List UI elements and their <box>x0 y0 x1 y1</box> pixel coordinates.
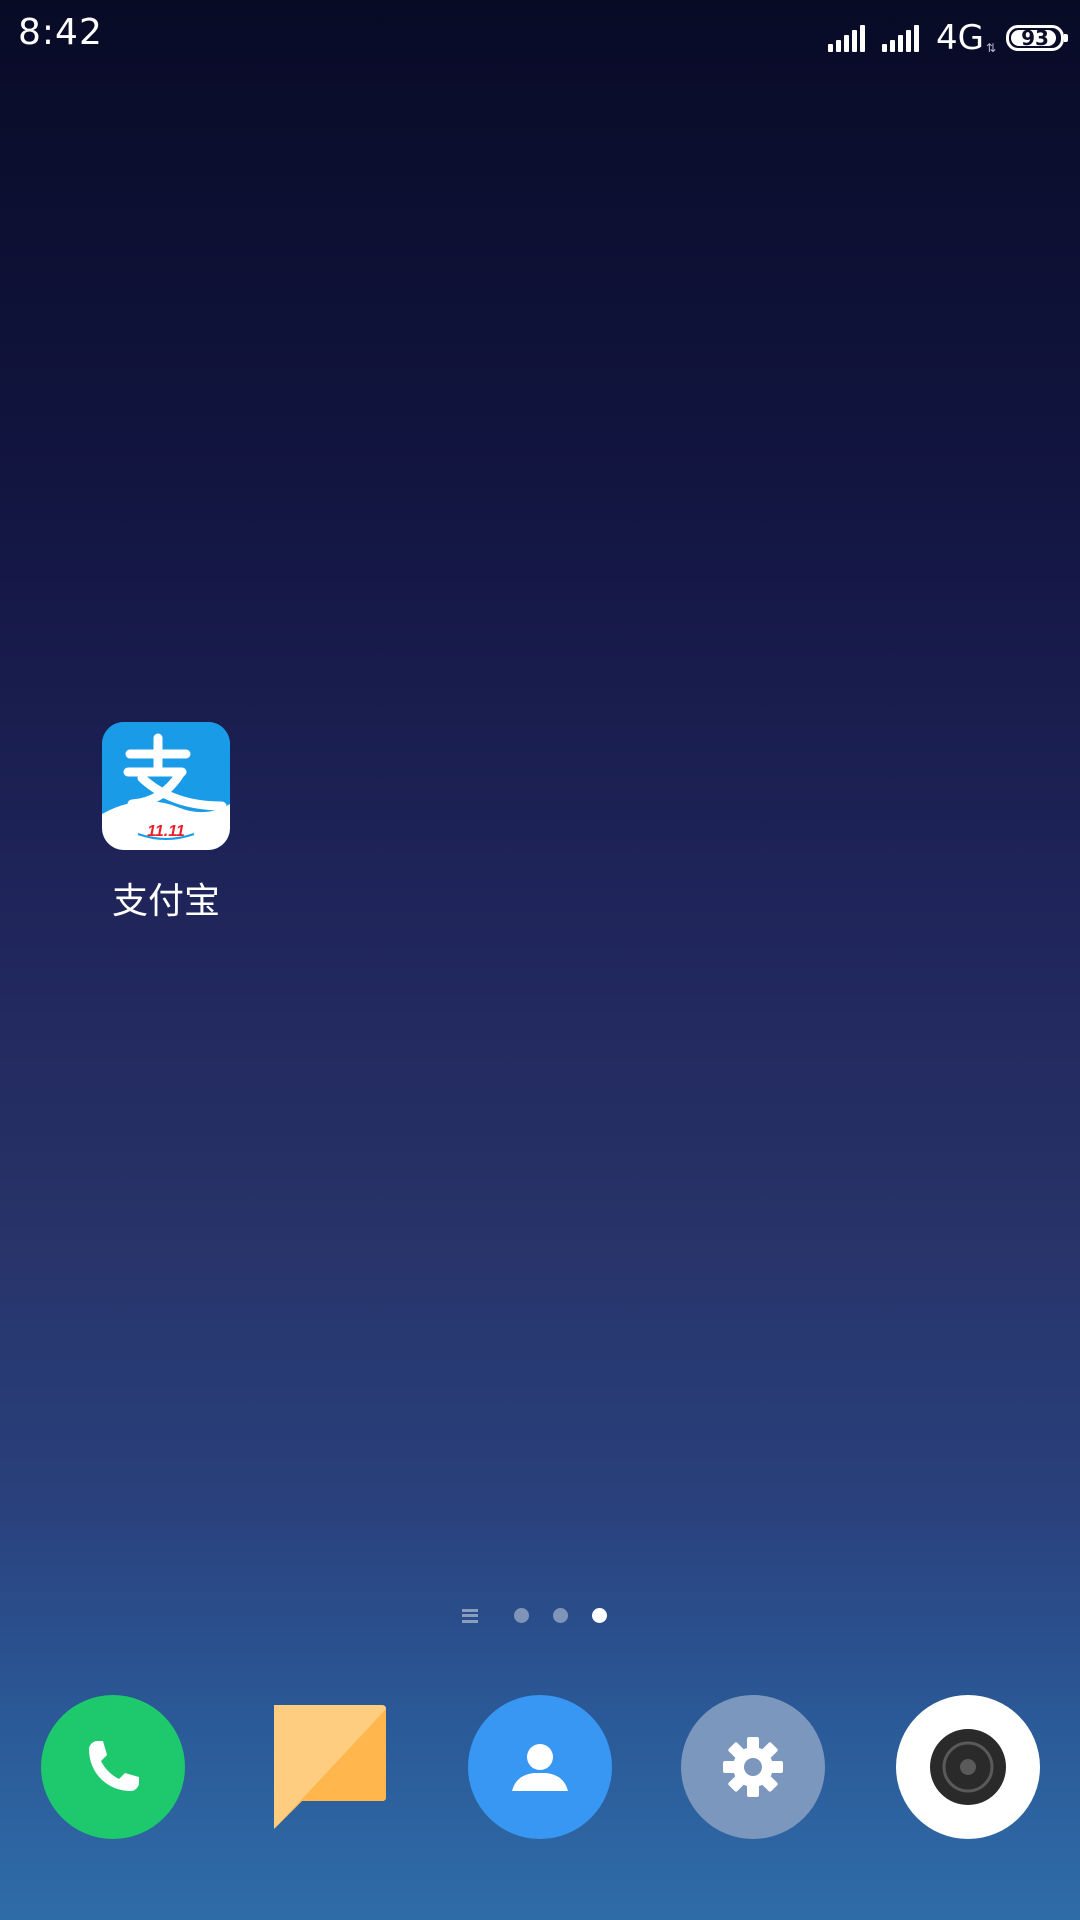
home-screen: 8:42 4G ⇅ 93 11.11 支付宝 <box>0 0 1080 1920</box>
camera-icon[interactable] <box>896 1695 1040 1839</box>
dock-phone[interactable] <box>40 1694 186 1840</box>
battery-icon: 93 <box>1006 25 1068 51</box>
gear-icon[interactable] <box>681 1695 825 1839</box>
app-label: 支付宝 <box>111 881 220 922</box>
network-type: 4G ⇅ <box>936 21 1006 55</box>
status-time: 8:42 <box>18 12 103 53</box>
contacts-icon[interactable] <box>468 1695 612 1839</box>
phone-icon[interactable] <box>41 1695 185 1839</box>
network-label: 4G <box>935 18 984 58</box>
page-dot-active <box>591 1608 607 1623</box>
dock <box>0 1694 1080 1840</box>
signal-icon <box>827 24 868 52</box>
dock-contacts[interactable] <box>467 1694 613 1840</box>
battery-percent: 93 <box>1021 26 1049 50</box>
dock-camera[interactable] <box>895 1694 1041 1840</box>
page-dot <box>552 1608 568 1623</box>
app-badge-text: 11.11 <box>147 823 185 840</box>
status-indicators: 4G ⇅ 93 <box>827 18 1068 58</box>
dock-settings[interactable] <box>680 1694 826 1840</box>
data-activity-icon: ⇅ <box>985 41 996 55</box>
message-icon[interactable] <box>266 1701 390 1833</box>
dock-messages[interactable] <box>255 1694 401 1840</box>
alipay-icon[interactable]: 11.11 <box>102 722 230 850</box>
app-alipay[interactable]: 11.11 支付宝 <box>102 722 230 922</box>
page-indicator <box>0 1608 1080 1623</box>
signal-icon <box>881 24 922 52</box>
status-bar: 8:42 4G ⇅ 93 <box>0 0 1080 76</box>
page-dot <box>513 1608 529 1623</box>
menu-icon <box>461 1608 478 1623</box>
